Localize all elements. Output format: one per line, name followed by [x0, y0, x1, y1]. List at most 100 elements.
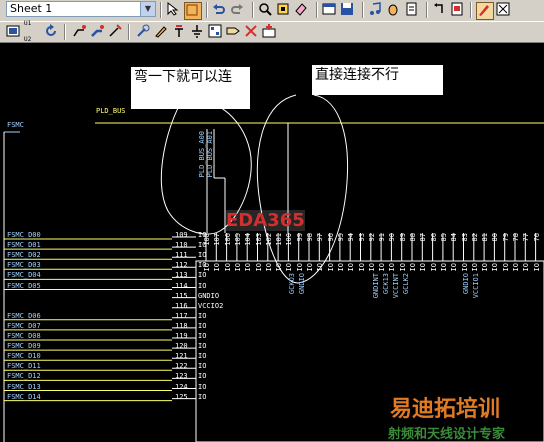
top-pin-name: IO: [470, 263, 479, 272]
left-pin-name: IO: [198, 271, 207, 280]
pld-bus-label[interactable]: PLD_BUS: [96, 107, 126, 115]
undo-icon[interactable]: [212, 2, 228, 18]
top-pin-name: IO: [491, 263, 500, 272]
left-pin-name: IO: [198, 382, 207, 391]
note-bend-connect-text: 弯一下就可以连: [134, 69, 232, 85]
note-direct-connect-text: 直接连接不行: [315, 67, 399, 83]
left-pin-number: 114: [175, 281, 188, 290]
top-pin-name: IO: [275, 263, 284, 272]
net-label[interactable]: FSMC_D03: [7, 261, 41, 269]
chevron-down-icon[interactable]: ▼: [140, 2, 155, 16]
toolbar-separator: [128, 24, 130, 40]
net-label[interactable]: FSMC_D04: [7, 271, 41, 279]
annotate-icon[interactable]: U1 U2: [24, 20, 40, 43]
left-pin-name: IO: [198, 392, 207, 401]
net-label[interactable]: FSMC_D08: [7, 332, 41, 340]
top-pin-name: IO: [223, 263, 232, 272]
toolbar-separator: [316, 2, 318, 18]
top-pin-name: IO: [512, 263, 520, 272]
toolbar-separator: [426, 2, 428, 18]
left-pin-number: 118: [175, 321, 188, 330]
net-label[interactable]: FSMC_D11: [7, 362, 41, 370]
net-label[interactable]: FSMC_D13: [7, 383, 41, 391]
net-label[interactable]: FSMC_D01: [7, 241, 41, 249]
top-pin-number: 91: [378, 233, 387, 242]
fsmc-label[interactable]: FSMC: [7, 121, 24, 129]
toolbar-separator: [160, 2, 162, 18]
net-label[interactable]: FSMC_D00: [7, 231, 41, 239]
top-pin-number: 85: [439, 233, 448, 242]
document-icon[interactable]: [404, 2, 420, 18]
refresh-icon[interactable]: [44, 24, 60, 40]
wire-icon[interactable]: [72, 24, 88, 40]
top-pin-number: 101: [275, 233, 284, 246]
top-special-pin-name: GNDIO: [298, 273, 306, 295]
left-pin-number: 109: [175, 231, 188, 239]
net-label[interactable]: FSMC_D05: [7, 282, 41, 290]
top-special-pin-name: GCK13: [382, 273, 390, 295]
hand-icon[interactable]: [386, 2, 402, 18]
top-pin-name: IO: [367, 263, 376, 272]
left-pin-number: 117: [175, 311, 188, 320]
top-pin-number: 100: [285, 233, 294, 246]
net-label[interactable]: FSMC_D02: [7, 251, 41, 259]
save-icon[interactable]: [340, 2, 356, 18]
top-pin-number: 93: [357, 233, 366, 242]
music-note-icon[interactable]: [368, 2, 384, 18]
add-part-icon[interactable]: [262, 24, 278, 40]
top-pin-name: IO: [398, 263, 407, 272]
toolbar-row-2: U1 U2: [0, 20, 544, 43]
probe-icon[interactable]: [136, 24, 152, 40]
top-pin-number: 102: [264, 233, 273, 246]
top-pin-name: IO: [409, 263, 417, 272]
top-pin-name: IO: [388, 263, 397, 272]
top-pin-name: IO: [450, 263, 459, 272]
left-pin-number: 110: [175, 241, 188, 250]
top-pin-number: 79: [501, 233, 510, 242]
paint-icon[interactable]: [476, 2, 494, 20]
component-icon[interactable]: [276, 2, 292, 18]
bus-entry-a00[interactable]: PLD_BUS_A00: [198, 131, 206, 177]
redo-icon[interactable]: [230, 2, 246, 18]
net-label-icon[interactable]: [108, 24, 124, 40]
close-panel-icon[interactable]: [496, 2, 512, 18]
left-pin-name: IO: [198, 362, 207, 371]
no-connect-icon[interactable]: [244, 24, 260, 40]
pencil-icon[interactable]: [154, 24, 170, 40]
power-port-icon[interactable]: [172, 24, 188, 40]
top-pin-name: IO: [264, 263, 273, 272]
net-label[interactable]: FSMC_D09: [7, 342, 41, 350]
select-area-icon[interactable]: [184, 2, 202, 20]
left-pin-name: IO: [198, 332, 207, 340]
top-pin-number: 104: [244, 233, 253, 246]
rotate-icon[interactable]: [432, 2, 448, 18]
sheet-select[interactable]: Sheet 1 ▼: [6, 1, 156, 17]
bus-icon[interactable]: [90, 24, 106, 40]
left-pin-number: 120: [175, 342, 188, 351]
grid-icon[interactable]: [208, 24, 224, 40]
top-pin-number: 103: [254, 233, 263, 246]
top-pin-number: 84: [450, 233, 459, 242]
board-icon[interactable]: [6, 24, 22, 40]
top-pin-number: 82: [470, 233, 479, 242]
schematic-canvas[interactable]: 弯一下就可以连 直接连接不行 PLD_BUS FSMC PLD_BUS_A00 …: [0, 43, 544, 442]
toolbar-separator: [362, 2, 364, 18]
port-icon[interactable]: [226, 24, 242, 40]
top-pin-number: 89: [398, 233, 407, 242]
net-label[interactable]: FSMC_D06: [7, 312, 41, 320]
select-arrow-icon[interactable]: [166, 2, 182, 18]
net-label[interactable]: FSMC_D07: [7, 322, 41, 330]
net-label[interactable]: FSMC_D14: [7, 393, 41, 401]
zoom-icon[interactable]: [258, 2, 274, 18]
eraser-icon[interactable]: [294, 2, 310, 18]
pdf-icon[interactable]: [450, 2, 466, 18]
ground-icon[interactable]: [190, 24, 206, 40]
top-pin-number: 105: [233, 233, 242, 246]
net-label[interactable]: FSMC_D10: [7, 352, 41, 360]
bus-entry-a01[interactable]: PLD_BUS_A01: [206, 131, 214, 177]
net-label[interactable]: FSMC_D12: [7, 372, 41, 380]
top-pin-name: IO: [460, 263, 469, 272]
window-icon[interactable]: [322, 2, 338, 18]
note-direct-connect: 直接连接不行: [312, 65, 443, 95]
left-pin-name: IO: [198, 352, 207, 361]
